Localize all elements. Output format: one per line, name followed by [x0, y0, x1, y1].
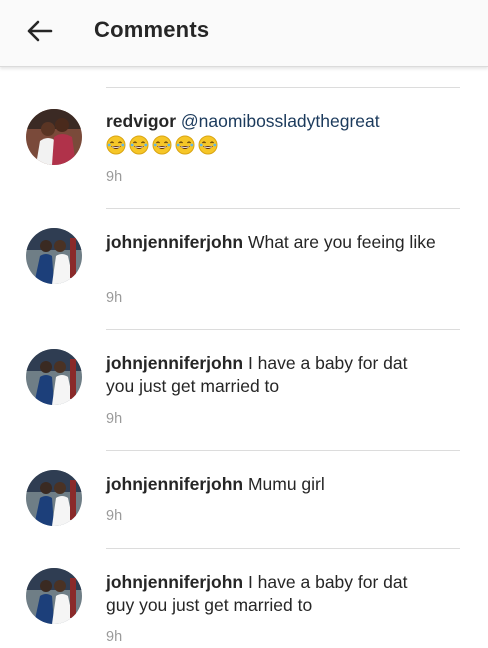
comment-mention[interactable]: @naomibossladythegreat — [181, 111, 380, 131]
arrow-left-icon — [27, 20, 53, 42]
laughing-emoji-icon — [175, 135, 195, 155]
back-button[interactable] — [22, 14, 56, 48]
avatar[interactable] — [26, 349, 82, 405]
avatar[interactable] — [26, 228, 82, 284]
divider — [106, 87, 460, 88]
divider — [106, 329, 460, 330]
comment-text: johnjenniferjohn Mumu girl — [106, 473, 436, 496]
comment-text: johnjenniferjohn I have a baby for dat g… — [106, 571, 436, 617]
divider — [106, 450, 460, 451]
comment-text: redvigor @naomibossladythegreat — [106, 110, 436, 156]
laughing-emoji-icon — [129, 135, 149, 155]
comment-username[interactable]: johnjenniferjohn — [106, 232, 243, 252]
comment-text: johnjenniferjohn What are you feeing lik… — [106, 231, 436, 254]
comment-timestamp: 9h — [106, 629, 123, 645]
comment-timestamp: 9h — [106, 290, 123, 306]
avatar[interactable] — [26, 109, 82, 165]
comment-timestamp: 9h — [106, 169, 123, 185]
comment-username[interactable]: redvigor — [106, 111, 176, 131]
comment-body: What are you feeing like — [247, 232, 436, 252]
comment-username[interactable]: johnjenniferjohn — [106, 353, 243, 373]
wedding-avatar-icon — [26, 228, 82, 284]
top-bar: Comments — [0, 0, 488, 67]
wedding-avatar-icon — [26, 470, 82, 526]
laughing-emoji-row — [106, 135, 218, 155]
avatar[interactable] — [26, 568, 82, 624]
comment-timestamp: 9h — [106, 508, 123, 524]
laughing-emoji-icon — [198, 135, 218, 155]
couple-avatar-icon — [26, 109, 82, 165]
laughing-emoji-icon — [152, 135, 172, 155]
laughing-emoji-icon — [106, 135, 126, 155]
divider — [106, 208, 460, 209]
avatar[interactable] — [26, 470, 82, 526]
page-title: Comments — [94, 17, 210, 42]
wedding-avatar-icon — [26, 349, 82, 405]
comment-username[interactable]: johnjenniferjohn — [106, 474, 243, 494]
comment-body: Mumu girl — [247, 474, 325, 494]
divider — [106, 548, 460, 549]
comment-text: johnjenniferjohn I have a baby for dat y… — [106, 352, 436, 398]
wedding-avatar-icon — [26, 568, 82, 624]
comment-timestamp: 9h — [106, 411, 123, 427]
comment-username[interactable]: johnjenniferjohn — [106, 572, 243, 592]
